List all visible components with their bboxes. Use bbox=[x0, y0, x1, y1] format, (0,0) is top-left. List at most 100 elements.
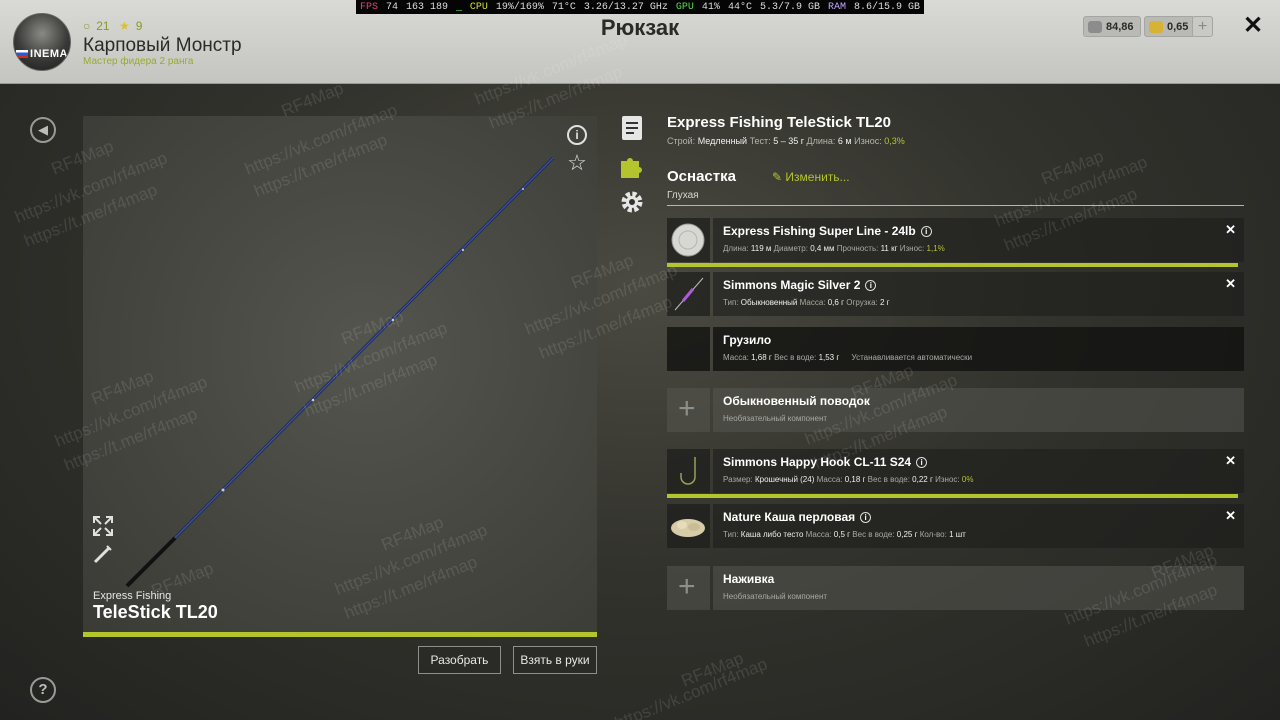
detail-value: 0,4 мм bbox=[810, 244, 835, 253]
detail-value: 0,18 г bbox=[844, 475, 866, 484]
add-currency-button[interactable]: + bbox=[1192, 16, 1213, 37]
remove-icon[interactable]: ✕ bbox=[1225, 508, 1236, 524]
divider bbox=[667, 205, 1244, 206]
item-details: Тип: Обыкновенный Масса: 0,6 г Огрузка: … bbox=[723, 298, 890, 307]
item-name: Simmons Magic Silver 2 i bbox=[723, 278, 877, 292]
edit-rig-link[interactable]: ✎ Изменить... bbox=[772, 170, 850, 184]
detail-value: 0,6 г bbox=[827, 298, 844, 307]
slot-float[interactable]: Simmons Magic Silver 2 i Тип: Обыкновенны… bbox=[667, 272, 1244, 316]
spec-length: 6 м bbox=[837, 136, 852, 146]
slot-body: Наживка Необязательный компонент bbox=[713, 566, 1244, 610]
player-rank: Мастер фидера 2 ранга bbox=[83, 56, 194, 67]
ram-value: 8.6/15.9 GB bbox=[853, 1, 920, 13]
close-icon[interactable]: ✕ bbox=[1241, 14, 1265, 38]
ram-label: RAM bbox=[827, 1, 846, 13]
detail-value: 1,53 г bbox=[818, 353, 840, 362]
fps-value: 74 bbox=[386, 1, 399, 13]
avatar-tag: INEMA bbox=[30, 48, 68, 60]
slot-thumb bbox=[667, 504, 710, 548]
slot-lure[interactable]: + Наживка Необязательный компонент bbox=[667, 566, 1244, 610]
remove-icon[interactable]: ✕ bbox=[1225, 222, 1236, 238]
rod-preview-panel: i ☆ Express Fishing TeleStick TL20 bbox=[83, 116, 597, 632]
tab-description-icon[interactable] bbox=[619, 115, 645, 141]
silver-balance: 84,86 bbox=[1083, 16, 1141, 37]
tab-settings-gear-icon[interactable] bbox=[619, 189, 645, 215]
detail-value: Каша либо тесто bbox=[740, 530, 804, 539]
detail-label: Масса: bbox=[816, 475, 843, 484]
slot-line[interactable]: Express Fishing Super Line - 24lb i Длина… bbox=[667, 218, 1244, 267]
fps-label: FPS bbox=[360, 1, 379, 13]
detail-label: Износ: bbox=[899, 244, 925, 253]
detail-label: Тип: bbox=[723, 530, 739, 539]
spec-label: Строй: bbox=[667, 136, 696, 146]
slot-sinker[interactable]: Грузило Масса: 1,68 г Вес в воде: 1,53 г… bbox=[667, 327, 1244, 371]
info-icon[interactable]: i bbox=[920, 226, 932, 237]
detail-label: Масса: bbox=[805, 530, 832, 539]
gpu-label: GPU bbox=[675, 1, 694, 13]
watermark: RF4Map bbox=[678, 648, 747, 691]
help-icon[interactable]: ? bbox=[30, 677, 56, 703]
gpu-mem: 5.3/7.9 GB bbox=[759, 1, 820, 13]
rod-assemble-icon[interactable] bbox=[92, 543, 114, 565]
back-arrow-icon[interactable]: ◀ bbox=[30, 117, 56, 143]
remove-icon[interactable]: ✕ bbox=[1225, 453, 1236, 469]
watermark: RF4Map bbox=[1038, 146, 1107, 189]
expand-icon[interactable] bbox=[92, 515, 114, 537]
item-name: Simmons Happy Hook CL-11 S24 i bbox=[723, 455, 928, 469]
item-name: Наживка bbox=[723, 572, 775, 586]
slot-bait[interactable]: Nature Каша перловая i Тип: Каша либо тес… bbox=[667, 504, 1244, 548]
info-icon[interactable]: i bbox=[865, 280, 877, 291]
item-name-text: Nature Каша перловая bbox=[723, 510, 856, 524]
detail-label: Длина: bbox=[723, 244, 749, 253]
detail-value: 0% bbox=[961, 475, 974, 484]
slot-body: Simmons Magic Silver 2 i Тип: Обыкновенны… bbox=[713, 272, 1244, 316]
slot-thumb: + bbox=[667, 388, 710, 432]
disassemble-button[interactable]: Разобрать bbox=[418, 646, 501, 674]
slot-hook[interactable]: Simmons Happy Hook CL-11 S24 i Размер: Кр… bbox=[667, 449, 1244, 498]
slot-thumb bbox=[667, 218, 710, 262]
item-details: Масса: 1,68 г Вес в воде: 1,53 г Устанав… bbox=[723, 353, 972, 362]
tab-rig-puzzle-icon[interactable] bbox=[619, 153, 645, 179]
slot-body: Nature Каша перловая i Тип: Каша либо тес… bbox=[713, 504, 1244, 548]
spec-wear: 0,3% bbox=[884, 136, 905, 146]
edit-pencil-icon: ✎ bbox=[772, 170, 783, 184]
slot-thumb bbox=[667, 272, 710, 316]
edit-rig-label: Изменить... bbox=[785, 170, 850, 184]
gpu-temp: 44°C bbox=[727, 1, 752, 13]
favorite-star-icon[interactable]: ☆ bbox=[566, 152, 588, 174]
info-icon[interactable]: i bbox=[916, 457, 928, 468]
take-in-hands-button[interactable]: Взять в руки bbox=[513, 646, 597, 674]
detail-label: Износ: bbox=[935, 475, 960, 484]
slot-thumb bbox=[667, 449, 710, 493]
fps-sub: 163 189 bbox=[406, 1, 449, 13]
cpu-temp: 71°C bbox=[551, 1, 576, 13]
spec-action: Медленный bbox=[697, 136, 748, 146]
item-name: Грузило bbox=[723, 333, 772, 347]
detail-label: Кол-во: bbox=[919, 530, 947, 539]
slot-thumb: + bbox=[667, 566, 710, 610]
remove-icon[interactable]: ✕ bbox=[1225, 276, 1236, 292]
performance-overlay: FPS 74 163 189 CPU 19%/169% 71°C 3.26/13… bbox=[356, 0, 924, 14]
float-icon bbox=[674, 277, 704, 311]
spec-label: Длина: bbox=[806, 136, 836, 146]
detail-label: Вес в воде: bbox=[867, 475, 910, 484]
fishing-line-spool-icon bbox=[671, 223, 705, 257]
gpu-value: 41% bbox=[701, 1, 720, 13]
slot-leader[interactable]: + Обыкновенный поводок Необязательный ко… bbox=[667, 388, 1244, 432]
rod-model: TeleStick TL20 bbox=[93, 602, 218, 622]
optional-label: Необязательный компонент bbox=[723, 414, 828, 423]
slot-body: Simmons Happy Hook CL-11 S24 i Размер: Кр… bbox=[713, 449, 1244, 493]
detail-value: Обыкновенный bbox=[740, 298, 798, 307]
detail-label: Вес в воде: bbox=[852, 530, 895, 539]
optional-label: Необязательный компонент bbox=[723, 592, 828, 601]
spec-label: Износ: bbox=[854, 136, 882, 146]
item-name-text: Express Fishing Super Line - 24lb bbox=[723, 224, 916, 238]
spec-test: 5 – 35 г bbox=[773, 136, 805, 146]
item-details: Длина: 119 м Диаметр: 0,4 мм Прочность: … bbox=[723, 244, 945, 253]
item-name-text: Simmons Happy Hook CL-11 S24 bbox=[723, 455, 912, 469]
info-icon[interactable]: i bbox=[567, 125, 587, 145]
cpu-value: 19%/169% bbox=[495, 1, 544, 13]
item-name: Обыкновенный поводок bbox=[723, 394, 870, 408]
info-icon[interactable]: i bbox=[860, 512, 872, 523]
detail-value: 2 г bbox=[879, 298, 890, 307]
